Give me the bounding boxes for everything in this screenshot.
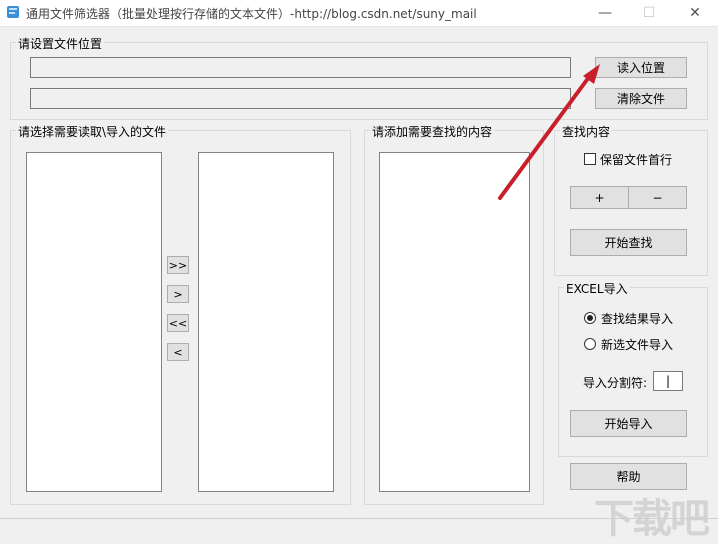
source-file-list[interactable] xyxy=(26,152,162,492)
remove-item-button[interactable]: − xyxy=(628,186,687,209)
import-results-radio[interactable] xyxy=(584,312,596,324)
keep-first-line-label: 保留文件首行 xyxy=(600,153,673,167)
move-all-right-button[interactable]: >> xyxy=(167,256,189,274)
files-group-label: 请选择需要读取\导入的文件 xyxy=(16,123,169,140)
separator-label: 导入分割符: xyxy=(583,376,648,390)
selected-file-list[interactable] xyxy=(198,152,334,492)
app-icon xyxy=(7,6,19,18)
search-content-label: 请添加需要查找的内容 xyxy=(370,123,495,140)
start-import-button[interactable]: 开始导入 xyxy=(570,410,687,437)
excel-import-label: EXCEL导入 xyxy=(564,280,630,297)
file-location-label: 请设置文件位置 xyxy=(16,35,105,52)
separator-input[interactable]: | xyxy=(653,371,683,391)
move-left-button[interactable]: < xyxy=(167,343,189,361)
maximize-icon[interactable]: ☐ xyxy=(626,0,672,26)
annotation-arrow-icon xyxy=(498,64,600,200)
start-search-button[interactable]: 开始查找 xyxy=(570,229,687,256)
watermark-logo: 下载吧 xyxy=(594,496,710,542)
close-icon[interactable]: ✕ xyxy=(672,0,718,26)
move-all-left-button[interactable]: << xyxy=(167,314,189,332)
import-new-files-label: 新选文件导入 xyxy=(601,338,674,352)
import-new-files-radio[interactable] xyxy=(584,338,596,350)
window-title: 通用文件筛选器（批量处理按行存储的文本文件）-http://blog.csdn.… xyxy=(26,7,477,21)
move-right-button[interactable]: > xyxy=(167,285,189,303)
import-results-label: 查找结果导入 xyxy=(601,312,674,326)
minimize-icon[interactable]: — xyxy=(582,0,628,26)
